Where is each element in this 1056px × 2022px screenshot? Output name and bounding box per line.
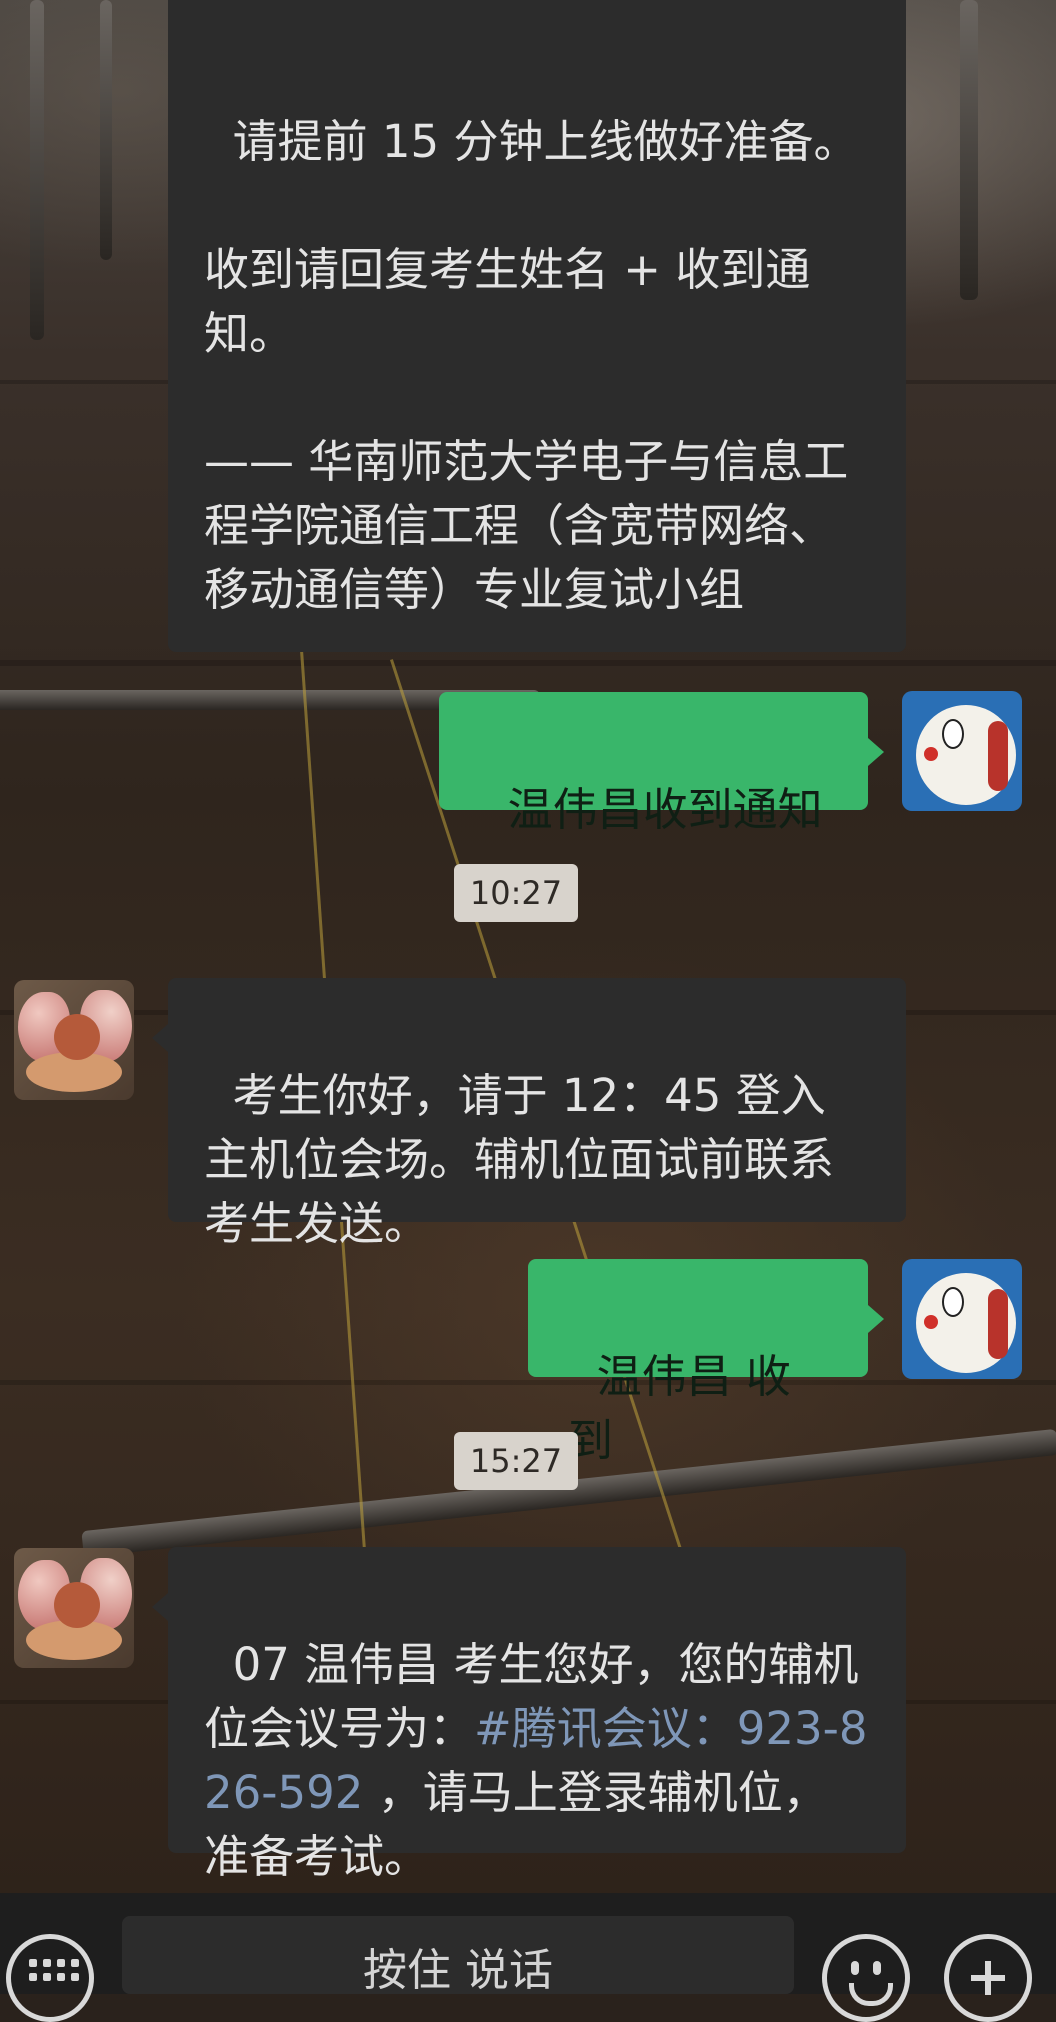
message-bubble-outgoing[interactable]: 温伟昌 收到 [528, 1259, 884, 1467]
plus-icon[interactable] [944, 1934, 1032, 2022]
message-bubble-incoming[interactable]: 07 温伟昌 考生您好，您的辅机位会议号为：#腾讯会议：923-826-592 … [152, 1547, 906, 1883]
hold-to-talk-button[interactable]: 按住 说话 [122, 1916, 794, 1994]
timestamp: 10:27 [454, 864, 578, 922]
message-bubble-incoming[interactable]: 请提前 15 分钟上线做好准备。 收到请回复考生姓名 + 收到通知。 —— 华南… [168, 0, 906, 652]
emoji-icon[interactable] [822, 1934, 910, 2022]
self-avatar[interactable] [902, 1259, 1022, 1379]
message-bubble-outgoing[interactable]: 温伟昌收到通知 [439, 692, 884, 836]
message-bubble-incoming[interactable]: 考生你好，请于 12：45 登入主机位会场。辅机位面试前联系考生发送。 [152, 978, 906, 1250]
contact-avatar[interactable] [14, 1548, 134, 1668]
message-text: 请提前 15 分钟上线做好准备。 收到请回复考生姓名 + 收到通知。 —— 华南… [204, 115, 859, 616]
self-avatar[interactable] [902, 691, 1022, 811]
message-text: 温伟昌收到通知 [507, 783, 823, 836]
timestamp: 15:27 [454, 1432, 578, 1490]
contact-avatar[interactable] [14, 980, 134, 1100]
keyboard-icon[interactable] [6, 1934, 94, 2022]
